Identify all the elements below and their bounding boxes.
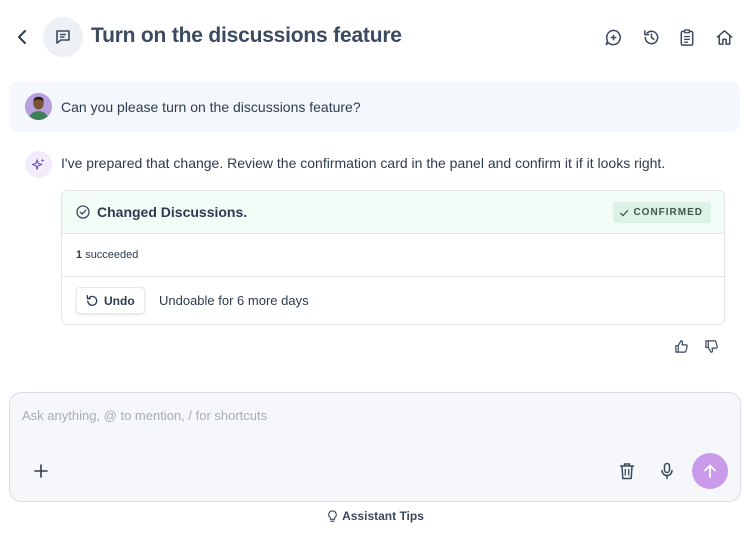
- lightbulb-icon: [328, 509, 337, 522]
- assistant-message-text: I've prepared that change. Review the co…: [61, 155, 666, 171]
- attach-button[interactable]: [31, 461, 51, 481]
- card-title: Changed Discussions.: [97, 204, 248, 220]
- message-square-icon: [56, 30, 70, 44]
- thumbs-down-button[interactable]: [703, 338, 719, 354]
- message-input[interactable]: [22, 403, 722, 427]
- send-button[interactable]: [692, 453, 728, 489]
- check-circle-icon: [76, 205, 90, 219]
- arrow-up-icon: [704, 464, 716, 478]
- microphone-icon: [661, 462, 673, 480]
- user-avatar: [25, 93, 52, 120]
- history-button[interactable]: [641, 27, 661, 47]
- success-count-number: 1: [76, 249, 83, 261]
- success-count-label: succeeded: [85, 249, 139, 261]
- new-chat-button[interactable]: [603, 27, 623, 47]
- chat-header: Turn on the discussions feature: [0, 0, 751, 74]
- sparkles-icon: [31, 158, 45, 170]
- avatar-portrait-icon: [25, 93, 52, 120]
- user-message-text: Can you please turn on the discussions f…: [61, 99, 361, 115]
- status-badge: CONFIRMED: [613, 202, 711, 223]
- home-button[interactable]: [714, 27, 734, 47]
- undo-button-label: Undo: [104, 293, 135, 308]
- chevron-left-icon: [18, 30, 26, 44]
- back-button[interactable]: [11, 26, 33, 48]
- card-summary: 1 succeeded: [62, 234, 724, 277]
- undo-window-note: Undoable for 6 more days: [159, 293, 309, 308]
- history-icon: [643, 29, 658, 44]
- voice-input-button[interactable]: [657, 461, 677, 481]
- check-icon: [620, 209, 629, 216]
- undo-button[interactable]: Undo: [76, 287, 145, 314]
- chat-badge: [43, 17, 83, 57]
- message-plus-icon: [605, 29, 621, 45]
- thumbs-down-icon: [704, 339, 718, 353]
- card-header: Changed Discussions. CONFIRMED: [62, 191, 724, 234]
- status-badge-label: CONFIRMED: [633, 207, 703, 218]
- home-icon: [716, 29, 732, 45]
- confirmation-card: Changed Discussions. CONFIRMED 1 succeed…: [61, 190, 725, 325]
- trash-icon: [619, 463, 635, 480]
- clipboard-button[interactable]: [677, 27, 697, 47]
- assistant-tips-link[interactable]: Assistant Tips: [0, 507, 751, 525]
- thumbs-up-button[interactable]: [673, 338, 689, 354]
- message-composer: [9, 392, 741, 502]
- assistant-tips-label: Assistant Tips: [342, 509, 424, 523]
- thumbs-up-icon: [674, 339, 688, 353]
- plus-icon: [34, 464, 48, 478]
- clipboard-list-icon: [680, 28, 694, 46]
- clear-button[interactable]: [617, 461, 637, 481]
- success-count: 1 succeeded: [76, 249, 138, 261]
- assistant-avatar: [25, 151, 52, 178]
- card-footer: Undo Undoable for 6 more days: [62, 277, 724, 324]
- undo-icon: [86, 295, 98, 306]
- page-title: Turn on the discussions feature: [91, 24, 402, 47]
- user-message: Can you please turn on the discussions f…: [9, 81, 740, 132]
